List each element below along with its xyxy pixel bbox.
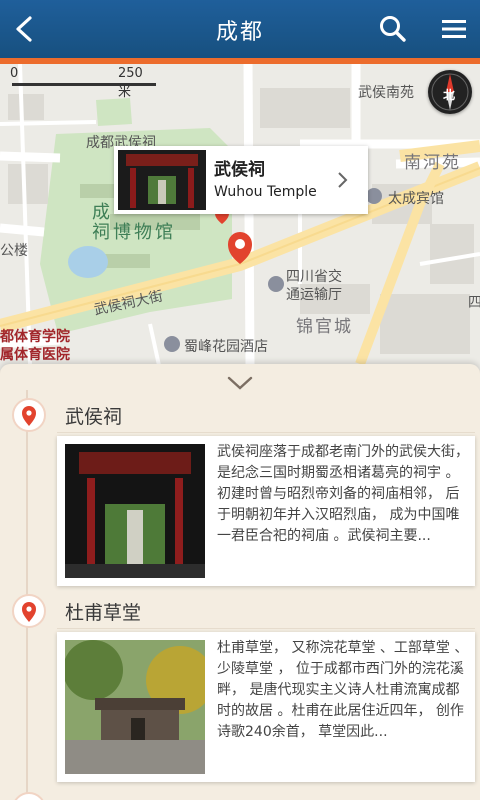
place-photo xyxy=(65,444,205,578)
search-icon[interactable] xyxy=(378,14,408,44)
chevron-right-icon[interactable] xyxy=(334,166,352,194)
map-label: 通运输厅 xyxy=(286,287,342,303)
chevron-down-icon[interactable] xyxy=(226,374,254,392)
place-title: 武侯祠 xyxy=(65,406,123,428)
app-header: 成都 xyxy=(0,0,480,58)
callout-photo xyxy=(118,150,206,210)
map-label: 锦官城 xyxy=(296,317,353,337)
page-title: 成都 xyxy=(215,20,264,45)
map-label: 属体育医院 xyxy=(0,347,70,363)
place-photo xyxy=(65,640,205,774)
map-view[interactable]: 武侯南苑 成都武侯祠 南河苑 太成宾馆 成 祠博物馆 公楼 四川省交 通运输厅 … xyxy=(0,64,480,370)
map-pin-icon xyxy=(12,398,46,432)
callout-title: 武侯祠 xyxy=(214,160,265,180)
place-card[interactable]: 武侯祠座落于成都老南门外的武侯大街， 是纪念三国时期蜀丞相诸葛亮的祠宇 。初建时… xyxy=(57,436,475,586)
map-label: 都体育学院 xyxy=(0,329,70,345)
map-label: 公楼 xyxy=(0,243,28,259)
map-label: 四川省交 xyxy=(286,269,342,285)
map-label: 南河苑 xyxy=(404,153,461,173)
map-label: 祠博物馆 xyxy=(92,222,176,243)
map-pin-icon xyxy=(12,594,46,628)
place-description: 武侯祠座落于成都老南门外的武侯大街， 是纪念三国时期蜀丞相诸葛亮的祠宇 。初建时… xyxy=(217,444,469,544)
callout-subtitle: Wuhou Temple xyxy=(214,184,317,200)
menu-icon[interactable] xyxy=(440,18,468,40)
compass-button[interactable]: 北 xyxy=(428,70,472,114)
divider xyxy=(57,432,475,433)
map-label: 蜀峰花园酒店 xyxy=(184,339,268,355)
map-label: 武侯南苑 xyxy=(358,85,414,101)
map-base xyxy=(0,64,480,370)
map-label: 太成宾馆 xyxy=(388,191,444,207)
place-callout[interactable]: 武侯祠 Wuhou Temple xyxy=(114,146,368,214)
map-pin-icon xyxy=(12,792,46,800)
scale-start-label: 0 xyxy=(10,66,19,81)
map-scale-bar: 0 250 米 xyxy=(10,66,158,100)
place-description: 杜甫草堂， 又称浣花草堂 、工部草堂 、少陵草堂 ， 位于成都市西门外的浣花溪畔… xyxy=(217,640,469,740)
place-card[interactable]: 杜甫草堂， 又称浣花草堂 、工部草堂 、少陵草堂 ， 位于成都市西门外的浣花溪畔… xyxy=(57,632,475,782)
map-label: 四 xyxy=(468,295,480,311)
divider xyxy=(57,628,475,629)
compass-north-label: 北 xyxy=(443,88,456,102)
place-title: 杜甫草堂 xyxy=(65,602,142,624)
places-sheet: 武侯祠 武侯祠座落于成都老南门外的武侯大街， 是纪念三国时期蜀丞相诸葛亮的祠宇 … xyxy=(0,364,480,800)
